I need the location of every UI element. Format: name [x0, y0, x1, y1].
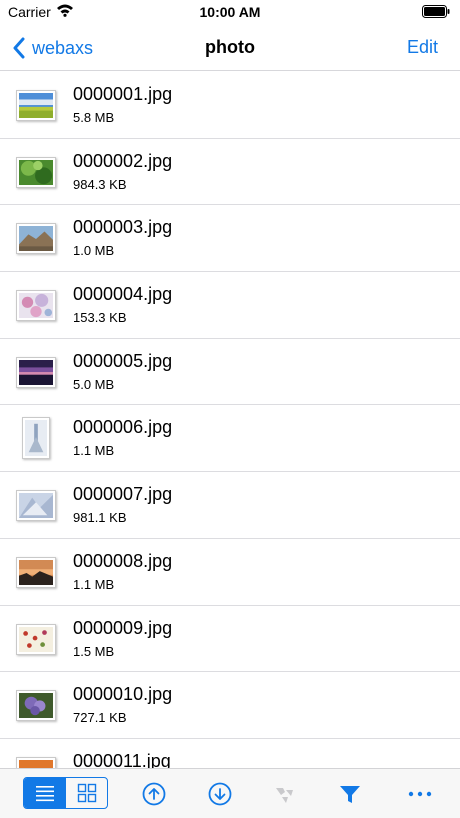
- file-name: 0000009.jpg: [73, 617, 173, 638]
- status-time: 10:00 AM: [199, 4, 261, 20]
- file-size: 727.1 KB: [73, 710, 127, 726]
- file-row[interactable]: 0000003.jpg 1.0 MB: [0, 205, 460, 273]
- list-view-button[interactable]: [24, 778, 65, 808]
- file-name: 0000008.jpg: [73, 550, 173, 571]
- file-size: 1.1 MB: [73, 576, 115, 592]
- filter-icon: [340, 786, 360, 803]
- file-row[interactable]: 0000001.jpg 5.8 MB: [0, 72, 460, 139]
- file-row[interactable]: 0000004.jpg 153.3 KB: [0, 272, 460, 339]
- download-icon: [208, 782, 232, 806]
- upload-icon: [142, 782, 166, 806]
- photo-thumbnail: [16, 556, 56, 588]
- photo-thumbnail: [22, 417, 50, 460]
- photo-thumbnail: [16, 623, 56, 655]
- photo-thumbnail: [16, 156, 56, 188]
- file-row[interactable]: 0000008.jpg 1.1 MB: [0, 539, 460, 606]
- file-name: 0000001.jpg: [73, 84, 173, 104]
- upload-button[interactable]: [141, 781, 167, 807]
- file-size: 984.3 KB: [73, 176, 127, 192]
- download-button[interactable]: [207, 781, 233, 807]
- file-row[interactable]: 0000005.jpg 5.0 MB: [0, 339, 460, 406]
- bottom-toolbar: [0, 768, 460, 818]
- file-size: 1.1 MB: [73, 443, 115, 459]
- page-title: photo: [205, 37, 255, 57]
- photo-thumbnail: [16, 356, 56, 388]
- file-row[interactable]: 0000002.jpg 984.3 KB: [0, 139, 460, 206]
- filter-button[interactable]: [337, 781, 363, 807]
- grid-view-icon: [77, 783, 96, 803]
- grid-view-button[interactable]: [65, 778, 107, 808]
- file-name: 0000010.jpg: [73, 684, 173, 705]
- photo-thumbnail: [16, 223, 56, 255]
- photo-thumbnail: [16, 756, 56, 768]
- file-row[interactable]: 0000010.jpg 727.1 KB: [0, 672, 460, 739]
- move-icon: [276, 788, 293, 803]
- file-size: 1.5 MB: [73, 643, 115, 659]
- file-name: 0000005.jpg: [73, 350, 173, 371]
- file-size: 153.3 KB: [73, 310, 127, 326]
- move-button[interactable]: [272, 781, 298, 807]
- file-row[interactable]: 0000009.jpg 1.5 MB: [0, 606, 460, 673]
- file-size: 5.8 MB: [73, 110, 115, 125]
- file-size: 1.0 MB: [73, 243, 115, 259]
- file-name: 0000011.jpg: [73, 750, 171, 768]
- navigation-bar: webaxs photo Edit: [0, 24, 460, 71]
- view-mode-toggle: [23, 777, 108, 809]
- edit-button[interactable]: Edit: [407, 37, 438, 58]
- more-icon: [408, 791, 432, 797]
- file-name: 0000006.jpg: [73, 417, 173, 438]
- file-size: 5.0 MB: [73, 376, 115, 392]
- photo-thumbnail: [16, 90, 56, 121]
- photo-thumbnail: [16, 490, 56, 522]
- photo-thumbnail: [16, 690, 56, 722]
- file-list[interactable]: 0000001.jpg 5.8 MB 0000002.jpg 984.3 KB …: [0, 72, 460, 768]
- photo-thumbnail: [16, 290, 56, 322]
- file-size: 981.1 KB: [73, 510, 127, 526]
- file-name: 0000002.jpg: [73, 150, 173, 171]
- list-view-icon: [35, 786, 54, 802]
- file-row[interactable]: 0000006.jpg 1.1 MB: [0, 405, 460, 473]
- battery-icon: [422, 5, 450, 18]
- file-row[interactable]: 0000007.jpg 981.1 KB: [0, 472, 460, 539]
- file-name: 0000003.jpg: [73, 217, 173, 238]
- file-name: 0000004.jpg: [73, 284, 173, 305]
- status-bar: Carrier 10:00 AM: [0, 0, 460, 24]
- file-name: 0000007.jpg: [73, 484, 173, 505]
- file-row[interactable]: 0000011.jpg: [0, 739, 460, 768]
- more-button[interactable]: [407, 781, 433, 807]
